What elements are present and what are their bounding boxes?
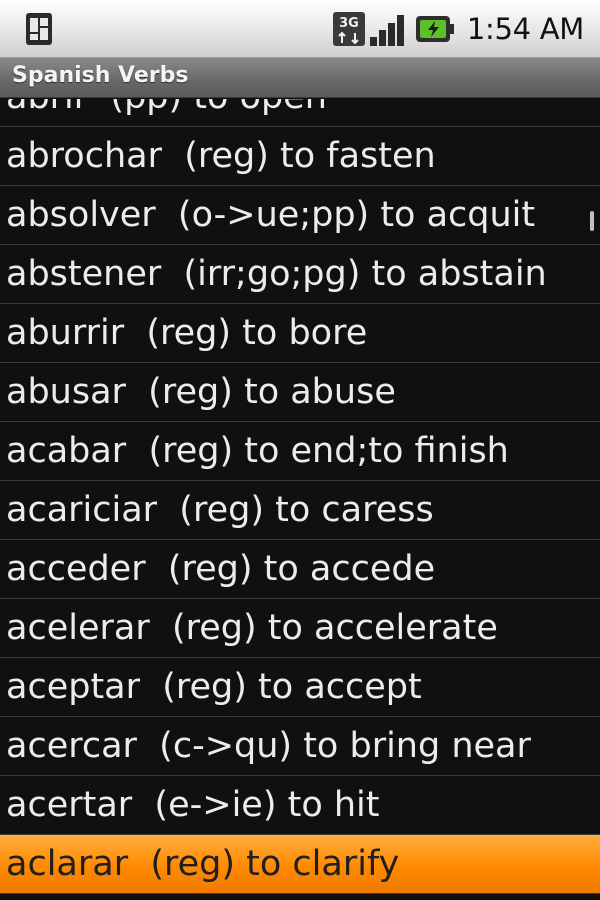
list-item[interactable]: absolver (o->ue;pp) to acquit (0, 186, 600, 245)
list-item[interactable]: abrochar (reg) to fasten (0, 127, 600, 186)
scrollbar[interactable] (590, 211, 594, 231)
sim-notification-icon (26, 13, 52, 45)
status-bar: 3G 1:54 AM (0, 0, 600, 58)
list-item[interactable]: abusar (reg) to abuse (0, 363, 600, 422)
list-item[interactable]: acertar (e->ie) to hit (0, 776, 600, 835)
app-title: Spanish Verbs (12, 63, 189, 88)
clock: 1:54 AM (466, 12, 584, 46)
verb-list-items: abrir (pp) to openabrochar (reg) to fast… (0, 99, 600, 894)
list-item[interactable]: acceder (reg) to accede (0, 540, 600, 599)
list-item[interactable]: aburrir (reg) to bore (0, 304, 600, 363)
list-item[interactable]: acercar (c->qu) to bring near (0, 717, 600, 776)
network-3g-icon: 3G (332, 12, 365, 46)
signal-strength-icon (369, 15, 404, 46)
list-item[interactable]: abrir (pp) to open (0, 99, 600, 127)
list-item[interactable]: abstener (irr;go;pg) to abstain (0, 245, 600, 304)
list-item[interactable]: acelerar (reg) to accelerate (0, 599, 600, 658)
list-item[interactable]: acabar (reg) to end;to finish (0, 422, 600, 481)
app-title-bar: Spanish Verbs (0, 58, 600, 98)
list-item[interactable]: acariciar (reg) to caress (0, 481, 600, 540)
list-item-selected[interactable]: aclarar (reg) to clarify (0, 835, 600, 894)
battery-charging-icon (415, 16, 454, 42)
list-item[interactable]: aceptar (reg) to accept (0, 658, 600, 717)
verb-list[interactable]: abrir (pp) to openabrochar (reg) to fast… (0, 99, 600, 900)
network-label: 3G (339, 16, 359, 31)
